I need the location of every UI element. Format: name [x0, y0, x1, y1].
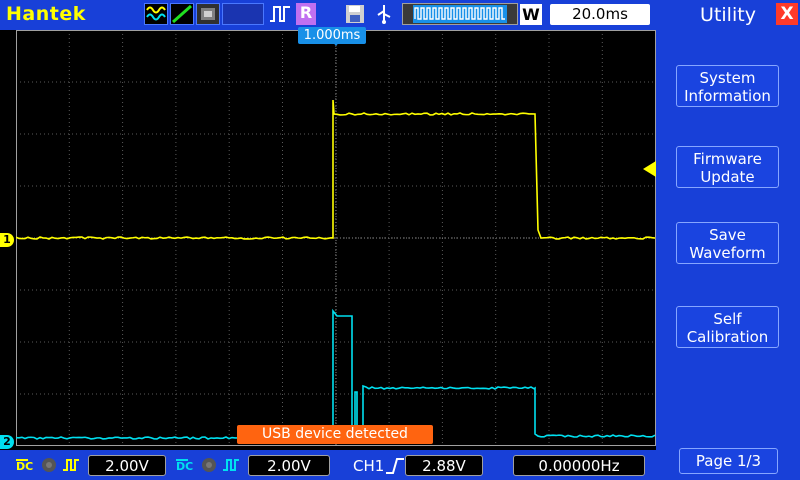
zoom-window-bar[interactable]	[402, 3, 518, 25]
close-button[interactable]: X	[776, 3, 798, 25]
run-state-badge[interactable]: R	[296, 3, 316, 25]
brand-logo: Hantek	[6, 3, 86, 25]
scope-screen	[16, 30, 656, 446]
trigger-icon[interactable]	[268, 3, 292, 25]
ch1-marker[interactable]: 1	[0, 233, 14, 247]
ch2-bandwidth-icon	[200, 456, 218, 475]
ch1-bandwidth-icon	[40, 456, 58, 475]
self-calibration-button[interactable]: Self Calibration	[676, 306, 779, 348]
memory-icon[interactable]	[196, 3, 220, 25]
page-button[interactable]: Page 1/3	[679, 448, 778, 474]
usb-icon	[372, 3, 396, 25]
ch2-invert-icon	[222, 456, 242, 475]
ch1-coupling-icon: DC	[16, 456, 33, 473]
usb-notification: USB device detected	[237, 425, 433, 444]
zoom-label[interactable]: W	[520, 4, 542, 25]
system-information-button[interactable]: System Information	[676, 65, 779, 107]
ch2-scale[interactable]: 2.00V	[248, 455, 330, 476]
ch1-invert-icon	[62, 456, 82, 475]
edge-icon[interactable]	[170, 3, 194, 25]
ch2-marker[interactable]: 2	[0, 435, 14, 449]
ch2-coupling-icon: DC	[176, 456, 193, 473]
trigger-level-arrow-icon	[643, 161, 656, 177]
ch1-scale[interactable]: 2.00V	[88, 455, 166, 476]
firmware-update-button[interactable]: Firmware Update	[676, 146, 779, 188]
status-slot	[222, 3, 264, 25]
trigger-level[interactable]: 2.88V	[405, 455, 483, 476]
trigger-source: CH1	[353, 456, 384, 476]
trigger-position-badge: 1.000ms	[298, 27, 366, 44]
save-icon[interactable]	[344, 3, 366, 25]
timebase-display[interactable]: 20.0ms	[550, 4, 650, 25]
waveform-icon[interactable]	[144, 3, 168, 25]
rising-edge-icon	[385, 457, 405, 476]
save-waveform-button[interactable]: Save Waveform	[676, 222, 779, 264]
frequency-counter: 0.00000Hz	[513, 455, 645, 476]
